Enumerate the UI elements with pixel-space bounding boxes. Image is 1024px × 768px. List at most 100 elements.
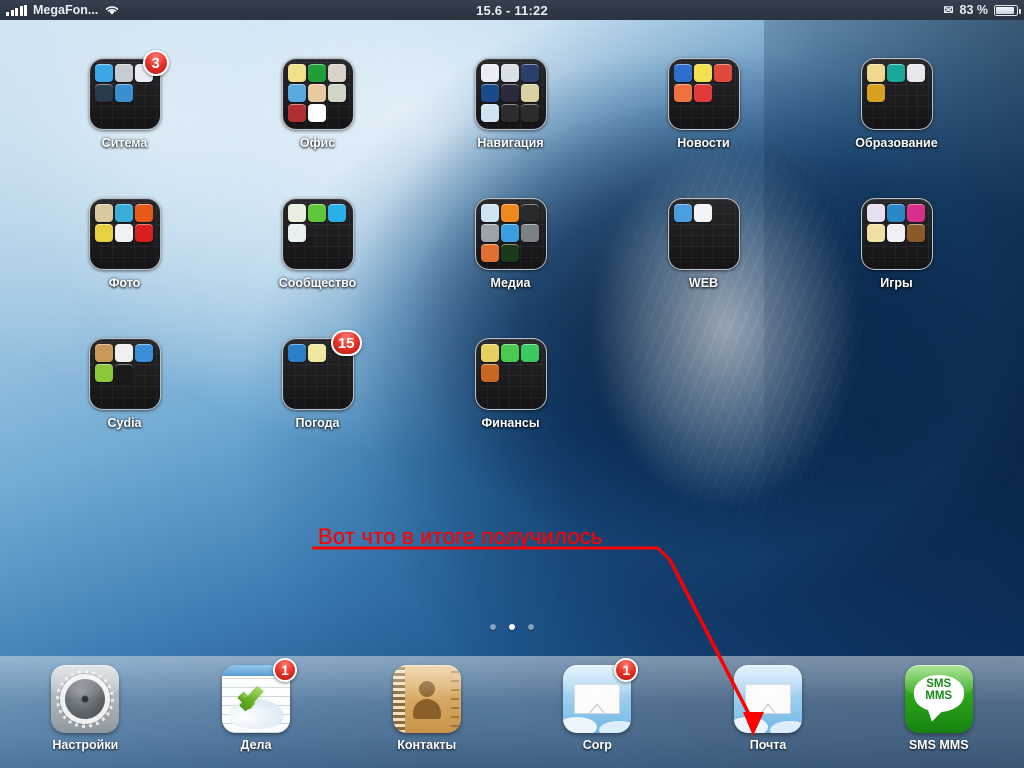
- folder-label: Игры: [880, 276, 913, 290]
- folder-mini-app-icon: [906, 64, 925, 82]
- folder-mini-app-icon: [886, 224, 905, 242]
- folder-icon-wrap[interactable]: [474, 198, 547, 270]
- folder-mini-app-icon: [287, 224, 306, 242]
- app-folder-навигация[interactable]: Навигация: [414, 58, 607, 150]
- folder-mini-app-icon: [307, 64, 326, 82]
- folder-mini-app-icon: [480, 204, 499, 222]
- annotation-text: Вот что в итоге получилось: [318, 524, 603, 549]
- folder-icon[interactable]: [474, 58, 547, 130]
- folder-mini-app-icon: [866, 64, 885, 82]
- app-folder-фото[interactable]: Фото: [28, 198, 221, 290]
- dock-item-настройки[interactable]: Настройки: [0, 665, 171, 768]
- folder-icon-wrap[interactable]: [88, 338, 161, 410]
- folder-icon-wrap[interactable]: [474, 338, 547, 410]
- folder-label: Сообщество: [278, 276, 357, 290]
- folder-mini-app-icon: [287, 84, 306, 102]
- app-folder-ситема[interactable]: 3 Ситема: [28, 50, 221, 150]
- folder-mini-app-icon: [906, 224, 925, 242]
- status-bar-datetime: 15.6 - 11:22: [476, 2, 548, 18]
- folder-label: Ситема: [101, 136, 148, 150]
- folder-mini-app-icon: [480, 104, 499, 122]
- folder-icon-wrap[interactable]: [667, 58, 740, 130]
- folder-icon-wrap[interactable]: 3: [88, 50, 169, 130]
- folder-mini-app-icon: [134, 224, 153, 242]
- folder-mini-app-icon: [287, 344, 306, 362]
- folder-icon-wrap[interactable]: [860, 58, 933, 130]
- folder-mini-app-icon: [520, 84, 539, 102]
- folder-mini-app-icon: [693, 204, 712, 222]
- app-folder-игры[interactable]: Игры: [800, 198, 993, 290]
- folder-mini-app-icon: [94, 64, 113, 82]
- folder-icon-wrap[interactable]: [281, 198, 354, 270]
- folder-icon[interactable]: [860, 58, 933, 130]
- folder-mini-app-icon: [94, 204, 113, 222]
- folder-icon[interactable]: [667, 198, 740, 270]
- folder-icon[interactable]: [88, 338, 161, 410]
- folder-label: Офис: [299, 136, 336, 150]
- folder-mini-app-icon: [480, 64, 499, 82]
- folder-icon[interactable]: [281, 198, 354, 270]
- notification-badge: 15: [330, 330, 362, 356]
- folder-label: Навигация: [477, 136, 544, 150]
- app-folder-офис[interactable]: Офис: [221, 58, 414, 150]
- dock-icon-wrap[interactable]: 1: [222, 658, 297, 733]
- folder-mini-app-icon: [287, 64, 306, 82]
- folder-mini-app-icon: [866, 224, 885, 242]
- folder-mini-app-icon: [520, 344, 539, 362]
- folder-icon-wrap[interactable]: [88, 198, 161, 270]
- folder-mini-app-icon: [500, 104, 519, 122]
- folder-label: Cydia: [107, 416, 142, 430]
- folder-mini-app-icon: [307, 344, 326, 362]
- app-folder-медиа[interactable]: Медиа: [414, 198, 607, 290]
- folder-icon[interactable]: [667, 58, 740, 130]
- dock-icon-wrap[interactable]: [51, 665, 120, 733]
- status-bar: MegaFon... 15.6 - 11:22 ✉ 83 %: [0, 0, 1024, 20]
- folder-icon[interactable]: [474, 198, 547, 270]
- folder-mini-app-icon: [500, 64, 519, 82]
- battery-icon: [994, 4, 1021, 16]
- folder-icon[interactable]: [88, 198, 161, 270]
- folder-icon-wrap[interactable]: [474, 58, 547, 130]
- folder-mini-app-icon: [114, 64, 133, 82]
- folder-mini-app-icon: [480, 244, 499, 262]
- folder-label: Новости: [677, 136, 730, 150]
- folder-mini-app-icon: [327, 204, 346, 222]
- envelope-icon: ✉: [943, 3, 954, 17]
- folder-mini-app-icon: [673, 204, 692, 222]
- home-screen-row: 3 Ситема Офис Навигация Новости Образование: [0, 50, 1024, 150]
- folder-mini-app-icon: [673, 64, 692, 82]
- folder-icon-wrap[interactable]: [667, 198, 740, 270]
- app-folder-финансы[interactable]: Финансы: [414, 338, 607, 430]
- dock-item-sms-mms[interactable]: SMS MMS SMS MMS: [853, 665, 1024, 768]
- dock-icon-wrap[interactable]: SMS MMS: [904, 665, 973, 733]
- folder-mini-app-icon: [114, 364, 133, 382]
- folder-icon[interactable]: [860, 198, 933, 270]
- folder-mini-app-icon: [287, 104, 306, 122]
- folder-mini-app-icon: [480, 364, 499, 382]
- folder-icon[interactable]: [281, 58, 354, 130]
- dock-item-label: Настройки: [52, 738, 119, 752]
- folder-label: Медиа: [490, 276, 531, 290]
- folder-icon[interactable]: [474, 338, 547, 410]
- app-folder-сообщество[interactable]: Сообщество: [221, 198, 414, 290]
- folder-mini-app-icon: [693, 84, 712, 102]
- app-folder-образование[interactable]: Образование: [800, 58, 993, 150]
- folder-mini-app-icon: [134, 204, 153, 222]
- folder-mini-app-icon: [520, 224, 539, 242]
- folder-mini-app-icon: [906, 204, 925, 222]
- folder-mini-app-icon: [114, 84, 133, 102]
- folder-icon-wrap[interactable]: [281, 58, 354, 130]
- folder-mini-app-icon: [693, 64, 712, 82]
- sms-bubble-icon: SMS MMS: [904, 665, 973, 733]
- folder-mini-app-icon: [94, 344, 113, 362]
- folder-icon-wrap[interactable]: 15: [281, 330, 362, 410]
- app-folder-новости[interactable]: Новости: [607, 58, 800, 150]
- folder-mini-app-icon: [500, 204, 519, 222]
- folder-mini-app-icon: [500, 224, 519, 242]
- app-folder-web[interactable]: WEB: [607, 198, 800, 290]
- folder-label: Финансы: [481, 416, 540, 430]
- folder-icon-wrap[interactable]: [860, 198, 933, 270]
- app-folder-cydia[interactable]: Cydia: [28, 338, 221, 430]
- app-folder-погода[interactable]: 15 Погода: [221, 330, 414, 430]
- folder-mini-app-icon: [307, 84, 326, 102]
